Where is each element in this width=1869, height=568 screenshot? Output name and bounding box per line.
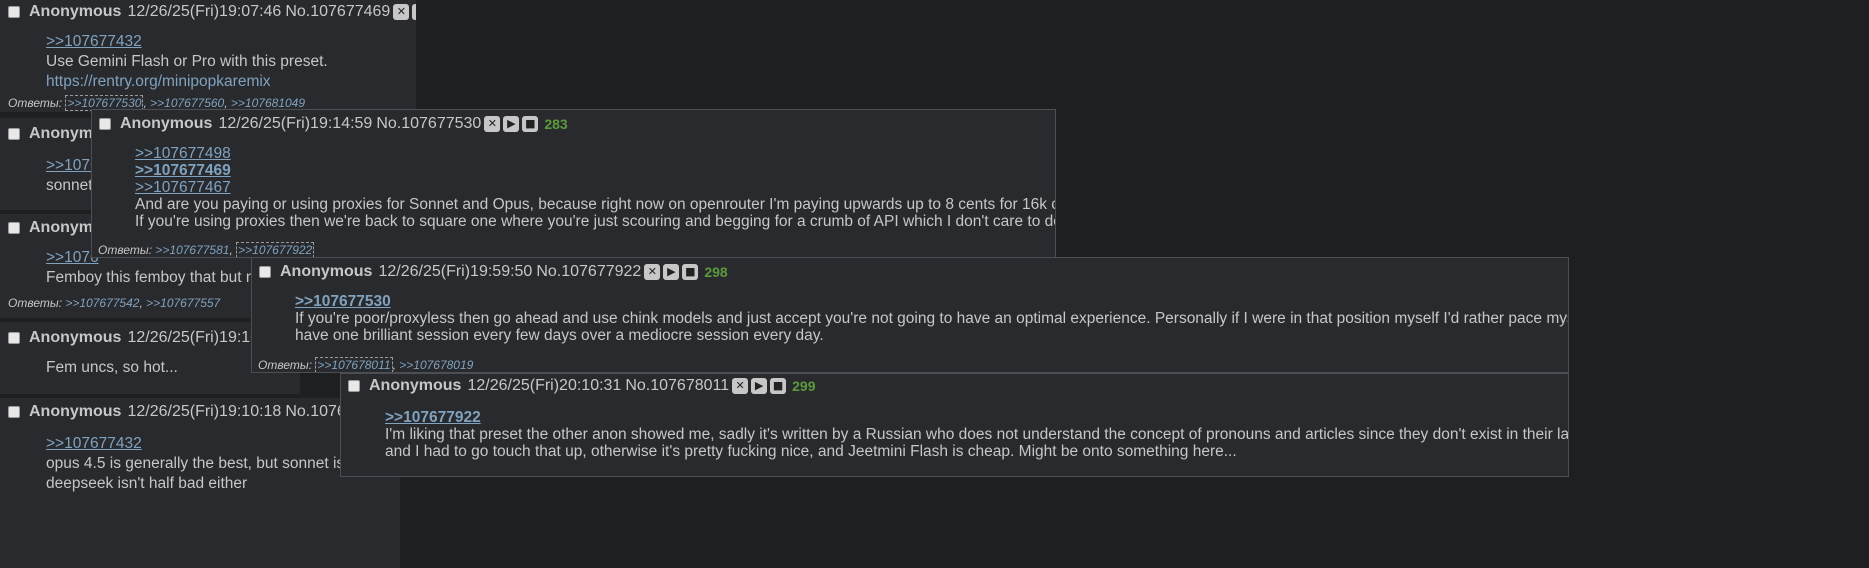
post-text: If you're poor/proxyless then go ahead a… bbox=[295, 310, 1569, 327]
play-icon[interactable]: ▶ bbox=[751, 378, 768, 394]
post-answers: Ответы: >>107677542, >>107677557 bbox=[8, 296, 221, 310]
quote-link[interactable]: >>107677432 bbox=[46, 32, 328, 52]
post-body: >>107677530 If you're poor/proxyless the… bbox=[295, 293, 1569, 344]
post-header: Anonymous 12/26/25(Fri)20:10:31 No.10767… bbox=[341, 374, 1568, 398]
answers-label: Ответы: bbox=[258, 358, 313, 372]
poster-name: Anonymous bbox=[29, 403, 122, 420]
answer-link[interactable]: >>107677922 bbox=[236, 242, 315, 257]
hide-icon[interactable]: ✕ bbox=[484, 116, 501, 132]
post-header: Anonymous 12/26/25(Fri)19:14:59 No.10767… bbox=[92, 112, 1055, 136]
play-icon[interactable]: ▶ bbox=[503, 116, 520, 132]
post-text: Use Gemini Flash or Pro with this preset… bbox=[46, 53, 328, 70]
answers-label: Ответы: bbox=[98, 243, 153, 257]
post-date: 12/26/25(Fri)19:14:59 bbox=[218, 115, 373, 132]
answers-label: Ответы: bbox=[8, 296, 63, 310]
post-preview-107677922: Anonymous 12/26/25(Fri)19:59:50 No.10767… bbox=[251, 257, 1569, 373]
answers-label: Ответы: bbox=[8, 96, 63, 110]
post-body: Fem uncs, so hot... bbox=[46, 358, 178, 378]
thread-view: Anonymous 12/26/25(Fri)19:07:46 No.10767… bbox=[0, 0, 1869, 568]
post-preview-107678011: Anonymous 12/26/25(Fri)20:10:31 No.10767… bbox=[340, 373, 1569, 477]
post-header: Anonymous 12/26/25(Fri)19:07:46 No.10767… bbox=[0, 0, 416, 24]
post-body: >>107677922 I'm liking that preset the o… bbox=[385, 409, 1569, 460]
play-icon[interactable]: ▶ bbox=[663, 264, 680, 280]
quote-link[interactable]: >>107677467 bbox=[135, 179, 1055, 196]
hide-icon[interactable]: ✕ bbox=[732, 378, 749, 394]
answer-link[interactable]: >>107677581 bbox=[155, 243, 229, 257]
post-text: And are you paying or using proxies for … bbox=[135, 196, 1056, 213]
answer-link[interactable]: >>107677560 bbox=[150, 96, 224, 110]
poster-name: Anonymous bbox=[369, 377, 462, 394]
post-text: I'm liking that preset the other anon sh… bbox=[385, 426, 1569, 443]
answer-link[interactable]: >>107677542 bbox=[65, 296, 139, 310]
poster-name: Anonymous bbox=[280, 263, 373, 280]
post-select-checkbox[interactable] bbox=[348, 380, 360, 392]
post-text: Femboy this femboy that but nonc bbox=[46, 269, 280, 286]
post-number[interactable]: No.107677530 bbox=[376, 115, 481, 133]
post-date: 12/26/25(Fri)19:10:18 bbox=[127, 403, 282, 420]
post-body: >>107677432 Use Gemini Flash or Pro with… bbox=[46, 32, 328, 92]
post-select-checkbox[interactable] bbox=[8, 128, 20, 140]
answer-link[interactable]: >>107681049 bbox=[231, 96, 305, 110]
post-preview-107677530: Anonymous 12/26/25(Fri)19:14:59 No.10767… bbox=[91, 109, 1056, 258]
post-107677469: Anonymous 12/26/25(Fri)19:07:46 No.10767… bbox=[0, 0, 416, 112]
post-text: and I had to go touch that up, otherwise… bbox=[385, 443, 1237, 460]
post-number[interactable]: No.107677922 bbox=[536, 263, 641, 281]
post-text: deepseek isn't half bad either bbox=[46, 475, 248, 492]
post-answers: Ответы: >>107677581, >>107677922 bbox=[98, 242, 315, 257]
post-text: Fem uncs, so hot... bbox=[46, 359, 178, 376]
post-header: Anonymous 12/26/25(Fri)19:59:50 No.10767… bbox=[252, 260, 1568, 284]
external-link[interactable]: https://rentry.org/minipopkaremix bbox=[46, 72, 328, 92]
post-select-checkbox[interactable] bbox=[8, 6, 20, 18]
quote-link[interactable]: >>107677469 bbox=[135, 162, 1055, 179]
post-select-checkbox[interactable] bbox=[99, 118, 111, 130]
post-date: 12/26/25(Fri)19:07:46 bbox=[127, 3, 282, 20]
poster-name: Anonymous bbox=[29, 329, 122, 346]
post-number[interactable]: No.107677469 bbox=[285, 3, 390, 21]
post-text: opus 4.5 is generally the best, but sonn… bbox=[46, 455, 374, 472]
stop-icon[interactable]: ■ bbox=[682, 264, 699, 280]
post-body: >>107677432 opus 4.5 is generally the be… bbox=[46, 434, 373, 494]
play-icon[interactable]: ▶ bbox=[412, 4, 416, 20]
quote-link[interactable]: >>107677498 bbox=[135, 145, 1055, 162]
post-answers: Ответы: >>107677530, >>107677560, >>1076… bbox=[8, 95, 305, 111]
post-answers: Ответы: >>107678011, >>107678019 bbox=[258, 357, 474, 372]
poster-name: Anonymous bbox=[120, 115, 213, 132]
hide-icon[interactable]: ✕ bbox=[393, 4, 410, 20]
stop-icon[interactable]: ■ bbox=[770, 378, 787, 394]
reply-count-badge: 283 bbox=[544, 116, 568, 132]
poster-name: Anonymous bbox=[29, 3, 122, 20]
post-date: 12/26/25(Fri)20:10:31 bbox=[467, 377, 622, 394]
post-select-checkbox[interactable] bbox=[8, 222, 20, 234]
quote-link[interactable]: >>107677530 bbox=[295, 293, 1568, 310]
post-select-checkbox[interactable] bbox=[259, 266, 271, 278]
reply-count-badge: 298 bbox=[704, 264, 728, 280]
post-text: If you're using proxies then we're back … bbox=[135, 213, 1056, 230]
answer-link[interactable]: >>107678011 bbox=[315, 357, 393, 372]
post-select-checkbox[interactable] bbox=[8, 332, 20, 344]
reply-count-badge: 299 bbox=[792, 378, 816, 394]
hide-icon[interactable]: ✕ bbox=[644, 264, 661, 280]
answer-link[interactable]: >>107677557 bbox=[146, 296, 220, 310]
post-select-checkbox[interactable] bbox=[8, 406, 20, 418]
stop-icon[interactable]: ■ bbox=[522, 116, 539, 132]
post-number[interactable]: No.107678011 bbox=[625, 377, 729, 395]
post-text: have one brilliant session every few day… bbox=[295, 327, 824, 344]
post-date: 12/26/25(Fri)19:59:50 bbox=[378, 263, 533, 280]
quote-link[interactable]: >>107677432 bbox=[46, 434, 373, 454]
post-body: >>107677498 >>107677469 >>107677467 And … bbox=[135, 145, 1056, 230]
answer-link[interactable]: >>107678019 bbox=[399, 358, 473, 372]
quote-link[interactable]: >>107677922 bbox=[385, 409, 1568, 426]
